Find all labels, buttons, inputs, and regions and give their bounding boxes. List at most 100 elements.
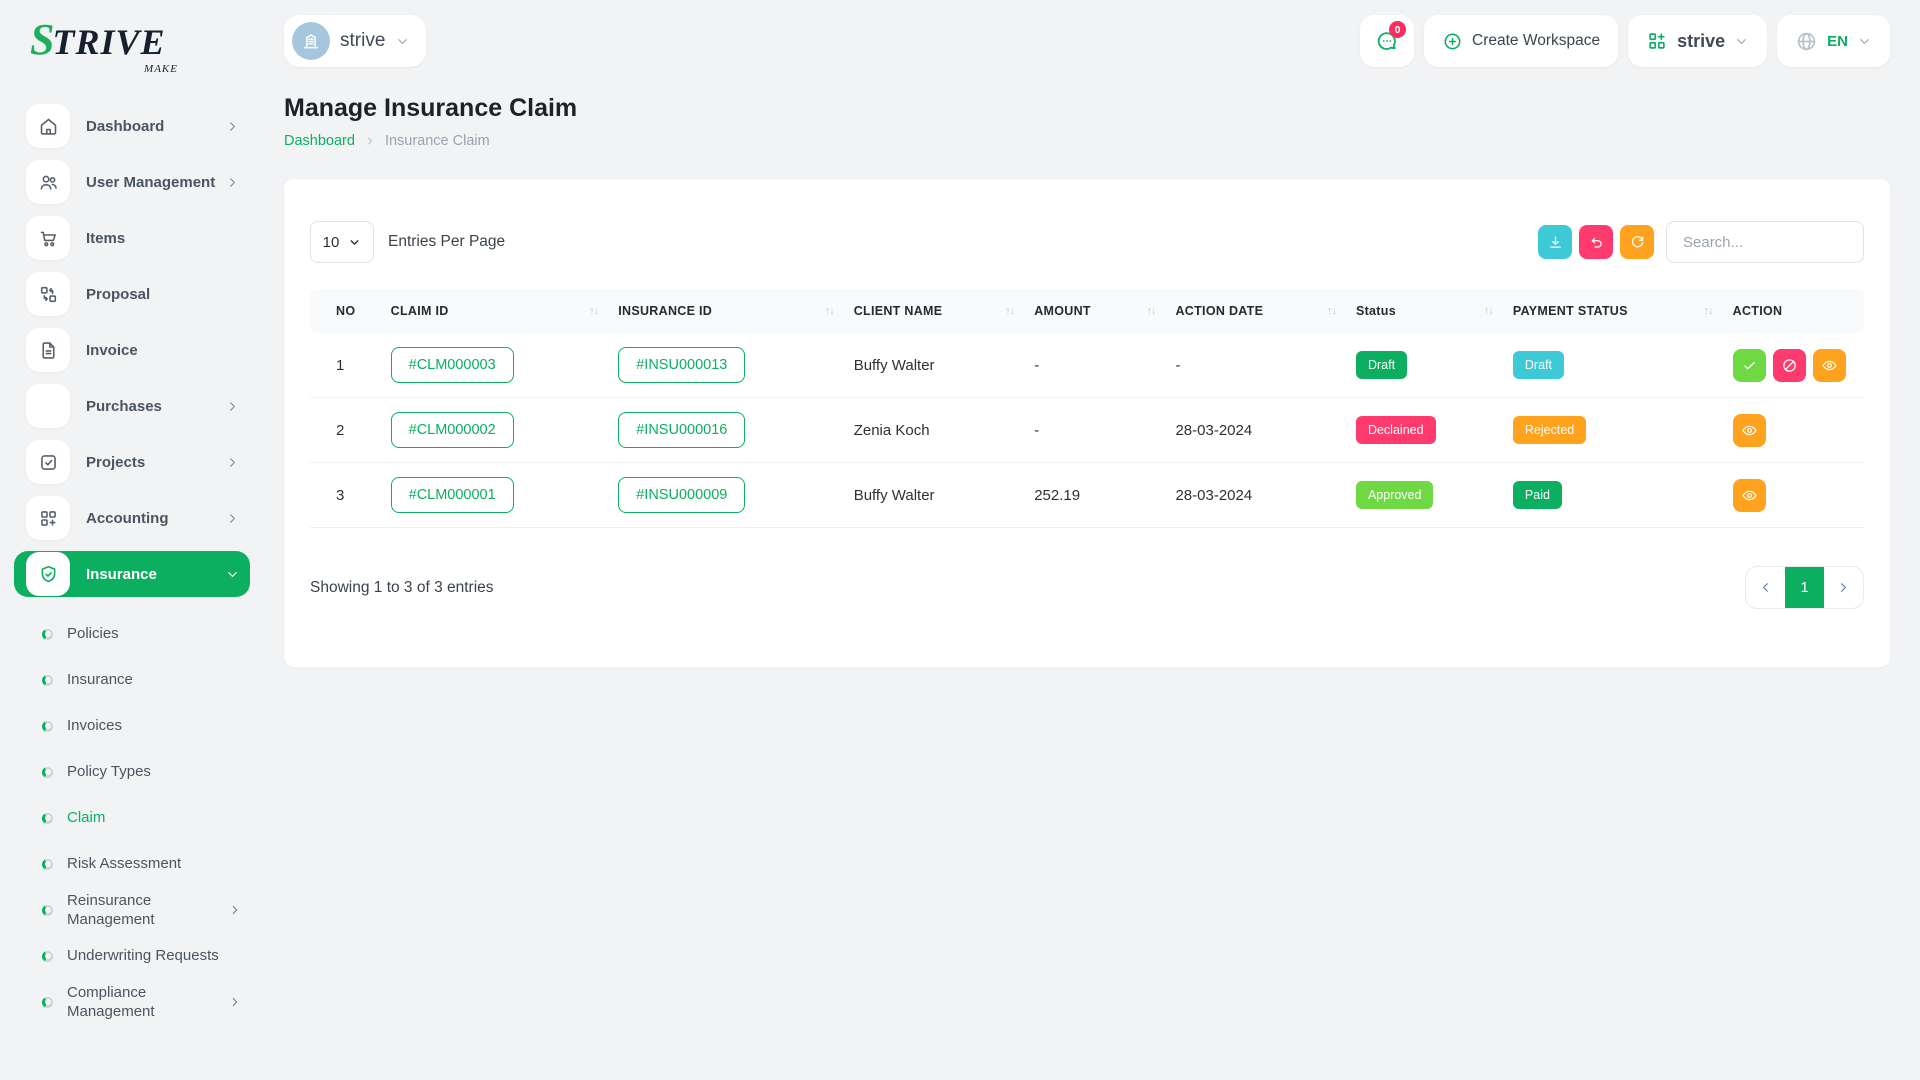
cell-amount: - — [1024, 398, 1165, 463]
column-header-insurance-id[interactable]: INSURANCE ID↑↓ — [608, 289, 843, 333]
bullet-icon — [42, 629, 53, 640]
claims-card: 10 Entries Per Page NO CLAIM ID↑↓ INSURA… — [284, 179, 1890, 667]
sidebar-item-proposal[interactable]: Proposal — [14, 271, 250, 317]
cell-action-date: - — [1165, 333, 1346, 398]
next-page-button[interactable] — [1824, 567, 1863, 608]
logo-tagline: MAKE — [30, 64, 178, 75]
bullet-icon — [42, 997, 53, 1008]
topbar-actions: 0 Create Workspace strive EN — [1360, 15, 1890, 67]
view-button[interactable] — [1733, 414, 1766, 447]
breadcrumb: Dashboard Insurance Claim — [284, 133, 1890, 149]
column-header-payment-status[interactable]: PAYMENT STATUS↑↓ — [1503, 289, 1723, 333]
eye-icon — [1741, 487, 1758, 504]
prev-page-button[interactable] — [1746, 567, 1785, 608]
sidebar-item-user-management[interactable]: User Management — [14, 159, 250, 205]
status-badge: Draft — [1356, 351, 1407, 379]
cell-no: 3 — [310, 463, 381, 528]
sidebar-subitem-policy-types[interactable]: Policy Types — [0, 749, 264, 795]
breadcrumb-dashboard-link[interactable]: Dashboard — [284, 133, 355, 149]
column-header-client-name[interactable]: CLIENT NAME↑↓ — [844, 289, 1025, 333]
bullet-icon — [42, 721, 53, 732]
status-badge: Approved — [1356, 481, 1434, 509]
sidebar-subitem-compliance-management[interactable]: Compliance Management — [0, 979, 264, 1025]
page-1-button[interactable]: 1 — [1785, 567, 1824, 608]
insurance-id-badge[interactable]: #INSU000013 — [618, 347, 745, 383]
sidebar-item-insurance[interactable]: Insurance — [14, 551, 250, 597]
sort-icon: ↑↓ — [1005, 305, 1014, 317]
sidebar-subitem-underwriting-requests[interactable]: Underwriting Requests — [0, 933, 264, 979]
insurance-submenu: Policies Insurance Invoices Policy Types… — [0, 607, 264, 1035]
sidebar-subitem-policies[interactable]: Policies — [0, 611, 264, 657]
entries-per-page-label: Entries Per Page — [388, 233, 505, 251]
sidebar-item-dashboard[interactable]: Dashboard — [14, 103, 250, 149]
claim-id-badge[interactable]: #CLM000002 — [391, 412, 514, 448]
bullet-icon — [42, 767, 53, 778]
view-button[interactable] — [1813, 349, 1846, 382]
ban-icon — [1781, 357, 1798, 374]
column-header-claim-id[interactable]: CLAIM ID↑↓ — [381, 289, 609, 333]
cell-no: 1 — [310, 333, 381, 398]
refresh-button[interactable] — [1620, 225, 1654, 259]
entries-per-page-select[interactable]: 10 — [310, 221, 374, 263]
chevron-left-icon — [1758, 580, 1773, 595]
sort-icon: ↑↓ — [1146, 305, 1155, 317]
sort-icon: ↑↓ — [1327, 305, 1336, 317]
sidebar-item-invoice[interactable]: Invoice — [14, 327, 250, 373]
sidebar: STRIVE MAKE Dashboard User Management It… — [0, 0, 264, 1080]
chevron-right-icon — [225, 119, 240, 134]
undo-button[interactable] — [1579, 225, 1613, 259]
app-logo[interactable]: STRIVE MAKE — [0, 0, 264, 81]
sidebar-item-projects[interactable]: Projects — [14, 439, 250, 485]
sidebar-item-purchases[interactable]: Purchases — [14, 383, 250, 429]
claim-id-badge[interactable]: #CLM000001 — [391, 477, 514, 513]
eye-icon — [1821, 357, 1838, 374]
showing-entries-text: Showing 1 to 3 of 3 entries — [310, 579, 494, 597]
claim-id-badge[interactable]: #CLM000003 — [391, 347, 514, 383]
cell-client-name: Zenia Koch — [844, 398, 1025, 463]
sidebar-subitem-risk-assessment[interactable]: Risk Assessment — [0, 841, 264, 887]
column-header-no: NO — [310, 289, 381, 333]
cell-client-name: Buffy Walter — [844, 333, 1025, 398]
grid-plus-icon — [1646, 30, 1668, 52]
approve-button[interactable] — [1733, 349, 1766, 382]
create-workspace-button[interactable]: Create Workspace — [1424, 15, 1618, 67]
sidebar-subitem-claim[interactable]: Claim — [0, 795, 264, 841]
column-header-status[interactable]: Status↑↓ — [1346, 289, 1503, 333]
payment-status-badge: Rejected — [1513, 416, 1586, 444]
insurance-id-badge[interactable]: #INSU000009 — [618, 477, 745, 513]
cell-action-date: 28-03-2024 — [1165, 463, 1346, 528]
payment-status-badge: Paid — [1513, 481, 1562, 509]
logo-text: TRIVE — [52, 24, 165, 60]
workspace-switcher[interactable]: strive — [1628, 15, 1767, 67]
workspace-name: strive — [340, 30, 385, 52]
language-selector[interactable]: EN — [1777, 15, 1890, 67]
sidebar-item-items[interactable]: Items — [14, 215, 250, 261]
insurance-id-badge[interactable]: #INSU000016 — [618, 412, 745, 448]
messages-button[interactable]: 0 — [1360, 15, 1414, 67]
export-button[interactable] — [1538, 225, 1572, 259]
globe-icon — [1795, 30, 1818, 53]
shield-icon — [26, 552, 70, 596]
workspace-selector[interactable]: strive — [284, 15, 426, 67]
download-icon — [1547, 234, 1564, 251]
cell-action-date: 28-03-2024 — [1165, 398, 1346, 463]
sidebar-subitem-invoices[interactable]: Invoices — [0, 703, 264, 749]
sidebar-item-accounting[interactable]: Accounting — [14, 495, 250, 541]
cell-amount: - — [1024, 333, 1165, 398]
bullet-icon — [42, 859, 53, 870]
search-input[interactable] — [1666, 221, 1864, 263]
column-header-action-date[interactable]: ACTION DATE↑↓ — [1165, 289, 1346, 333]
chevron-right-icon — [225, 399, 240, 414]
view-button[interactable] — [1733, 479, 1766, 512]
sidebar-subitem-insurance[interactable]: Insurance — [0, 657, 264, 703]
decline-button[interactable] — [1773, 349, 1806, 382]
accounting-icon — [26, 496, 70, 540]
projects-icon — [26, 440, 70, 484]
sort-icon: ↑↓ — [1704, 305, 1713, 317]
chevron-down-icon — [1857, 34, 1872, 49]
eye-icon — [1741, 422, 1758, 439]
column-header-amount[interactable]: AMOUNT↑↓ — [1024, 289, 1165, 333]
claims-table: NO CLAIM ID↑↓ INSURANCE ID↑↓ CLIENT NAME… — [310, 289, 1864, 528]
sidebar-subitem-reinsurance-management[interactable]: Reinsurance Management — [0, 887, 264, 933]
chevron-right-icon — [228, 995, 242, 1009]
